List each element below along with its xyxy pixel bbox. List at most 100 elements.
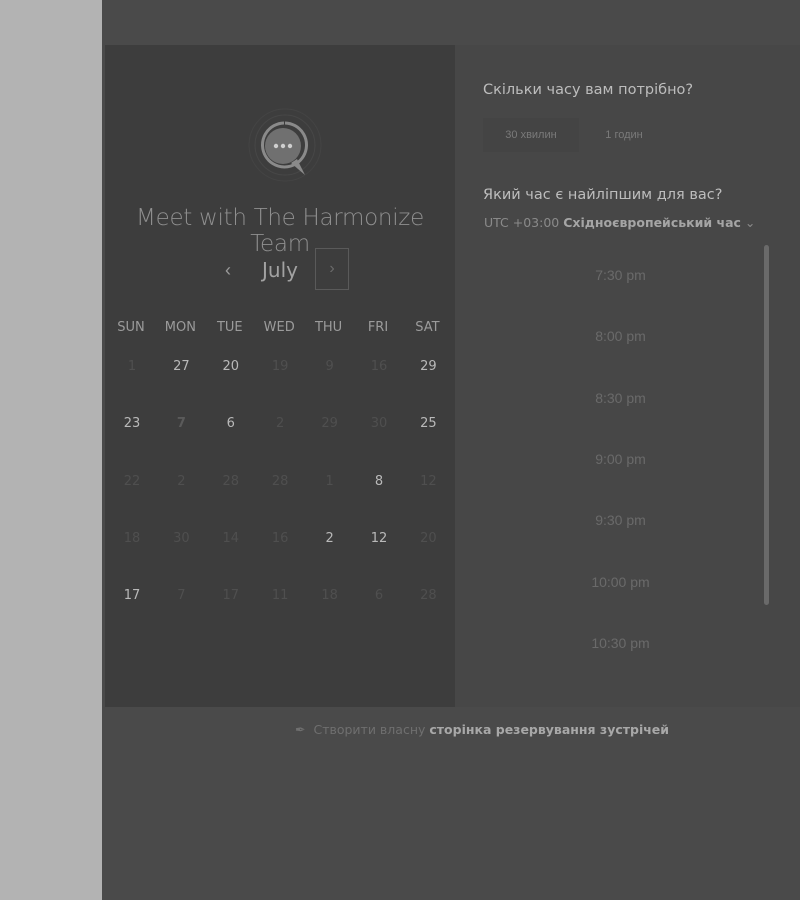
month-navigation: ‹ July ›	[105, 248, 455, 292]
weekday-wed: WED	[263, 320, 295, 335]
duration-1-hour-button[interactable]: 1 годин	[584, 118, 664, 152]
chat-bubble-icon	[245, 105, 325, 185]
day-number: 7	[176, 416, 186, 431]
chevron-down-icon: ⌄	[744, 215, 756, 230]
day-number: 1	[325, 474, 334, 489]
left-background-strip	[0, 0, 102, 900]
weekday-thu: THU	[314, 320, 343, 335]
time-slot[interactable]: 9:30 pm	[483, 500, 758, 540]
day-number: 17	[222, 588, 240, 603]
day-number: 17	[123, 588, 141, 603]
day-number: 20	[420, 531, 437, 546]
day-number: 16	[370, 359, 388, 374]
day-number: 28	[271, 474, 289, 489]
day-number: 18	[321, 588, 338, 603]
day-number: 18	[123, 531, 141, 546]
unavailable-day: 2	[158, 462, 204, 502]
available-day[interactable]: 12	[356, 519, 402, 559]
day-number: 2	[325, 531, 334, 546]
previous-month-button[interactable]: ‹	[218, 260, 238, 280]
day-number: 23	[123, 416, 141, 431]
day-number: 1	[127, 359, 137, 374]
time-slot[interactable]: 10:30 pm	[483, 623, 758, 663]
day-number: 8	[374, 474, 384, 489]
day-number: 29	[420, 359, 437, 374]
unavailable-day: 14	[208, 519, 254, 559]
time-slot-list: 7:30 pm 8:00 pm 8:30 pm 9:00 pm 9:30 pm 10:00…	[483, 245, 758, 665]
next-month-button[interactable]: ›	[315, 248, 349, 290]
day-number: 16	[271, 531, 289, 546]
duration-question: Скільки часу вам потрібно?	[483, 82, 694, 98]
unavailable-day: 19	[257, 347, 303, 387]
day-number: 12	[420, 474, 437, 489]
day-number: 29	[321, 416, 338, 431]
unavailable-day: 2	[257, 404, 303, 444]
weekday-sun: SUN	[117, 320, 145, 335]
weekday-fri: FRI	[367, 320, 389, 335]
timezone-offset: UTC +03:00	[484, 215, 560, 230]
footer-text: Створити власну	[313, 722, 426, 737]
unavailable-day: 28	[208, 462, 254, 502]
time-slot[interactable]: 8:00 pm	[483, 316, 758, 356]
weekday-sat: SAT	[415, 320, 440, 335]
unavailable-day: 16	[356, 347, 402, 387]
unavailable-day: 18	[307, 576, 353, 616]
available-day[interactable]: 27	[158, 347, 204, 387]
day-number: 25	[420, 416, 437, 431]
day-number: 9	[325, 359, 334, 374]
unavailable-day: 16	[257, 519, 303, 559]
unavailable-day: 30	[356, 404, 402, 444]
available-day[interactable]: 20	[208, 347, 254, 387]
day-number: 2	[177, 474, 186, 489]
day-number: 6	[226, 416, 235, 431]
day-number: 7	[177, 588, 186, 603]
day-number: 22	[123, 474, 141, 489]
available-day[interactable]: 17	[109, 576, 155, 616]
month-label: July	[262, 258, 298, 282]
day-number: 14	[222, 531, 240, 546]
available-day[interactable]: 23	[109, 404, 155, 444]
time-slot[interactable]: 9:00 pm	[483, 439, 758, 479]
calendar-icon: ✒	[295, 722, 306, 737]
duration-30-min-button[interactable]: 30 хвилин	[483, 118, 579, 152]
selected-day[interactable]: 7	[157, 397, 204, 451]
time-slot[interactable]: 7:30 pm	[483, 255, 758, 295]
unavailable-day: 17	[208, 576, 254, 616]
unavailable-day: 1	[109, 347, 155, 387]
day-number: 12	[370, 531, 388, 546]
day-number: 30	[370, 416, 388, 431]
day-number: 19	[271, 359, 289, 374]
unavailable-day: 28	[257, 462, 303, 502]
unavailable-day: 30	[158, 519, 204, 559]
time-slot-scrollbar[interactable]	[764, 245, 769, 605]
unavailable-day: 28	[405, 576, 451, 616]
available-day[interactable]: 29	[405, 347, 451, 387]
available-day[interactable]: 6	[208, 404, 254, 444]
day-number: 20	[222, 359, 240, 374]
unavailable-day: 20	[405, 519, 451, 559]
unavailable-day: 7	[158, 576, 204, 616]
calendar-grid: 1 27 20 19 9 16 29 23 7 6 2 29 30 25 22 2 28 28 1 8 12 18 30 14…	[107, 340, 453, 630]
available-day[interactable]: 25	[405, 404, 451, 444]
unavailable-day: 18	[109, 519, 155, 559]
unavailable-day: 6	[356, 576, 402, 616]
unavailable-day: 22	[109, 462, 155, 502]
unavailable-day: 11	[257, 576, 303, 616]
unavailable-day: 29	[307, 404, 353, 444]
day-number: 6	[374, 588, 384, 603]
time-question: Який час є найліпшим для вас?	[483, 187, 723, 203]
day-number: 28	[222, 474, 240, 489]
footer-link[interactable]: ✒ Створити власну сторінка резервування …	[295, 722, 669, 737]
unavailable-day: 12	[405, 462, 451, 502]
unavailable-day: 9	[307, 347, 353, 387]
time-slot[interactable]: 10:00 pm	[483, 562, 758, 602]
available-day[interactable]: 2	[307, 519, 353, 559]
timezone-selector[interactable]: UTC +03:00 Східноєвропейський час ⌄	[484, 215, 755, 230]
unavailable-day: 1	[307, 462, 353, 502]
time-slot[interactable]: 8:30 pm	[483, 378, 758, 418]
day-number: 28	[420, 588, 437, 603]
weekday-tue: TUE	[216, 320, 243, 335]
available-day[interactable]: 8	[356, 462, 402, 502]
timezone-name: Східноєвропейський час	[563, 215, 741, 230]
day-number: 11	[271, 588, 289, 603]
